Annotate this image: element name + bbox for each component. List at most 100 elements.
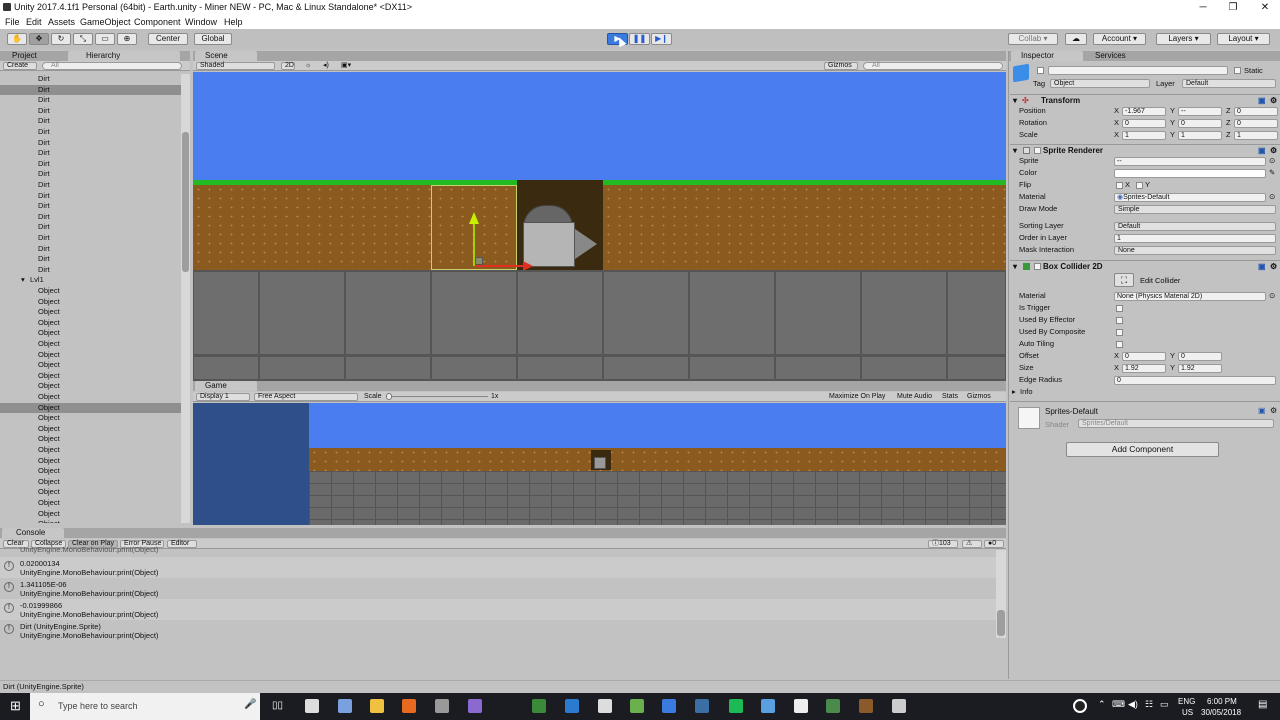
console-log-count-toggle[interactable]: ⓘ103 <box>928 540 958 548</box>
mask-dropdown[interactable]: None <box>1114 246 1276 255</box>
used-by-effector-checkbox[interactable] <box>1116 317 1123 324</box>
color-swatch[interactable] <box>1114 169 1266 178</box>
help-icon[interactable]: ▣ <box>1258 261 1266 272</box>
hierarchy-search-input[interactable]: All <box>42 62 182 70</box>
draw-mode-dropdown[interactable]: Simple <box>1114 205 1276 214</box>
hierarchy-item[interactable]: Object <box>0 286 181 297</box>
tab-game[interactable]: Game <box>195 381 257 391</box>
create-dropdown[interactable]: Create <box>3 62 37 70</box>
active-checkbox[interactable] <box>1037 67 1044 74</box>
console-entry[interactable]: ! Dirt (UnityEngine.Sprite) UnityEngine.Mo… <box>0 620 996 641</box>
hierarchy-item[interactable]: Object <box>0 392 181 403</box>
sound-icon[interactable]: ◀) <box>1128 699 1138 710</box>
console-warning-toggle[interactable]: ⚠ <box>962 540 982 548</box>
battery-icon[interactable]: ▭ <box>1160 699 1169 710</box>
menu-window[interactable]: Window <box>185 15 217 29</box>
file-explorer-icon[interactable] <box>370 699 384 713</box>
hierarchy-scroll-thumb[interactable] <box>182 132 189 272</box>
sprite-renderer-header[interactable]: ▾ Sprite Renderer ▣ ⚙ <box>1010 144 1280 155</box>
wifi-icon[interactable]: ☷ <box>1145 699 1153 710</box>
tray-chevron-icon[interactable]: ⌃ <box>1098 699 1106 710</box>
console-editor-dropdown[interactable]: Editor <box>167 540 197 548</box>
hierarchy-item[interactable]: Dirt <box>0 222 181 233</box>
vscode-icon[interactable] <box>565 699 579 713</box>
scale-slider-handle[interactable] <box>386 393 392 400</box>
lighting-icon[interactable]: ☼ <box>305 61 311 71</box>
transform-tool-icon[interactable]: ⊕ <box>117 33 137 45</box>
add-component-button[interactable]: Add Component <box>1066 442 1219 457</box>
region-label[interactable]: US <box>1182 708 1193 717</box>
stats-toggle[interactable]: Stats <box>942 392 958 402</box>
collider-material-field[interactable]: None (Physics Material 2D) <box>1114 292 1266 301</box>
transform-position-x-input[interactable]: -1.967 <box>1122 107 1166 116</box>
object-picker-icon[interactable]: ⊙ <box>1269 191 1275 203</box>
console-error-count-toggle[interactable]: ●0 <box>984 540 1004 548</box>
hierarchy-item[interactable]: Dirt <box>0 95 181 106</box>
tag-dropdown[interactable]: Object <box>1050 79 1150 88</box>
minimize-icon[interactable]: ─ <box>1188 0 1218 15</box>
object-picker-icon[interactable]: ⊙ <box>1269 290 1275 302</box>
hierarchy-item[interactable]: Object <box>0 381 181 392</box>
transform-position-y-input[interactable]: -- <box>1178 107 1222 116</box>
hierarchy-item[interactable]: Object <box>0 360 181 371</box>
box-collider-header[interactable]: ▾ Box Collider 2D ▣ ⚙ <box>1010 260 1280 271</box>
size-y-input[interactable]: 1.92 <box>1178 364 1222 373</box>
network-icon[interactable]: ⌨ <box>1112 699 1125 710</box>
scale-tool-icon[interactable]: ⤡ <box>73 33 93 45</box>
hierarchy-item[interactable]: Dirt <box>0 180 181 191</box>
transform-scale-y-input[interactable]: 1 <box>1178 131 1222 140</box>
transform-header[interactable]: ▾ ✣ Transform ▣ ⚙ <box>1010 94 1280 105</box>
hierarchy-item[interactable]: Object <box>0 328 181 339</box>
taskbar-search-box[interactable]: ○ Type here to search 🎤 <box>30 693 260 720</box>
console-entry[interactable]: ! 1.341105E-06 UnityEngine.MonoBehaviour:p… <box>0 578 996 599</box>
box-collider-enabled-checkbox[interactable] <box>1034 263 1041 270</box>
firefox-icon[interactable] <box>402 699 416 713</box>
tray-app-icon[interactable] <box>1073 699 1087 713</box>
transform-rotation-y-input[interactable]: 0 <box>1178 119 1222 128</box>
hierarchy-item[interactable]: Dirt <box>0 148 181 159</box>
console-scroll-thumb[interactable] <box>997 610 1005 636</box>
size-x-input[interactable]: 1.92 <box>1122 364 1166 373</box>
tab-hierarchy[interactable]: Hierarchy <box>68 51 180 61</box>
paint-app-icon[interactable] <box>761 699 775 713</box>
hierarchy-item[interactable]: Object <box>0 350 181 361</box>
photos-app-icon[interactable] <box>892 699 906 713</box>
eyedropper-icon[interactable]: ✎ <box>1269 167 1275 179</box>
hierarchy-item[interactable]: Dirt <box>0 159 181 170</box>
sprite-renderer-enabled-checkbox[interactable] <box>1034 147 1041 154</box>
is-trigger-checkbox[interactable] <box>1116 305 1123 312</box>
clock-time[interactable]: 6:00 PM <box>1207 697 1237 706</box>
menu-component[interactable]: Component <box>134 15 181 29</box>
console-entry[interactable]: ! -0.01999866 UnityEngine.MonoBehaviour:pr… <box>0 599 996 620</box>
game-gizmos-dropdown[interactable]: Gizmos <box>967 392 991 402</box>
auto-tiling-checkbox[interactable] <box>1116 341 1123 348</box>
mode-2d-toggle[interactable]: 2D <box>281 62 295 70</box>
material-field[interactable]: ◉Sprites-Default <box>1114 193 1266 202</box>
foldout-arrow-icon[interactable]: ▾ <box>1013 261 1017 272</box>
transform-scale-z-input[interactable]: 1 <box>1234 131 1278 140</box>
hierarchy-item[interactable]: Dirt <box>0 84 181 96</box>
help-icon[interactable]: ▣ <box>1258 406 1266 415</box>
tab-console[interactable]: Console <box>2 528 64 538</box>
shader-dropdown[interactable]: Sprites/Default <box>1078 419 1274 428</box>
offset-x-input[interactable]: 0 <box>1122 352 1166 361</box>
unity-app-icon[interactable] <box>305 699 319 713</box>
hierarchy-item[interactable]: Object <box>0 297 181 308</box>
scene-gizmos-dropdown[interactable]: Gizmos <box>824 62 858 70</box>
hierarchy-item[interactable]: Dirt <box>0 254 181 265</box>
menu-gameobject[interactable]: GameObject <box>80 15 131 29</box>
menu-edit[interactable]: Edit <box>26 15 42 29</box>
move-gizmo-x-axis[interactable] <box>475 265 523 267</box>
flip-y-checkbox[interactable] <box>1136 182 1143 189</box>
tool-app-icon[interactable] <box>435 699 449 713</box>
hierarchy-item[interactable]: Dirt <box>0 127 181 138</box>
edit-collider-button[interactable]: ⛶ <box>1114 273 1134 287</box>
move-gizmo-y-arrow[interactable] <box>469 212 479 224</box>
info-foldout-icon[interactable]: ▸ <box>1012 386 1016 398</box>
hierarchy-item[interactable]: Object <box>0 445 181 456</box>
menu-file[interactable]: File <box>5 15 20 29</box>
steam-icon[interactable] <box>695 699 709 713</box>
hierarchy-item[interactable]: Dirt <box>0 201 181 212</box>
mute-audio-toggle[interactable]: Mute Audio <box>897 392 932 402</box>
maximize-icon[interactable]: ❐ <box>1218 0 1248 15</box>
